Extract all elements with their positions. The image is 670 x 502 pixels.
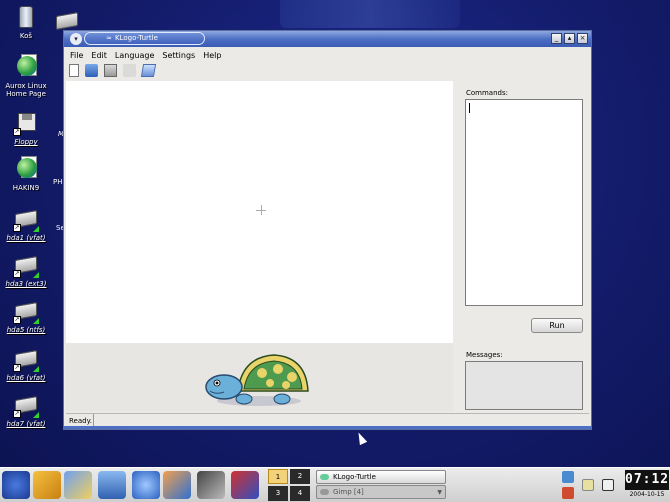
- system-tray: [560, 470, 620, 501]
- status-text: Ready.: [69, 417, 92, 425]
- menu-bar: File Edit Language Settings Help: [64, 49, 591, 62]
- run-button[interactable]: Run: [531, 318, 583, 333]
- close-button[interactable]: ×: [577, 33, 588, 44]
- window-menu-button[interactable]: ▾: [70, 33, 82, 45]
- clock-date: 2004-10-15: [629, 491, 665, 498]
- hard-drive-icon: [56, 12, 78, 30]
- menu-help[interactable]: Help: [203, 49, 221, 62]
- desktop-icon-partial-label: PH: [53, 178, 63, 186]
- desktop-icon[interactable]: [98, 471, 126, 499]
- window-title-pill: KLogo-Turtle: [84, 32, 205, 45]
- clock-time: 07:12: [625, 470, 669, 490]
- desktop-icon-hda5[interactable]: ↗ hda5 (ntfs): [0, 298, 52, 334]
- paint-icon[interactable]: [231, 471, 259, 499]
- klogo-window: ▾ KLogo-Turtle ≈ _ ▴ × File Edit Languag…: [63, 30, 592, 430]
- desktop-icon-label: hda1 (vfat): [6, 234, 46, 242]
- pager-desktop-2[interactable]: 2: [290, 469, 310, 484]
- gimp-icon: [320, 489, 329, 495]
- toolbar: [64, 64, 591, 79]
- pager-desktop-1[interactable]: 1: [268, 469, 288, 484]
- turtle-logo-icon: [205, 354, 309, 406]
- logout-icon[interactable]: [562, 487, 574, 499]
- desktop-icon-floppy[interactable]: ↗ Floppy: [0, 110, 52, 146]
- taskbar: 1 2 3 4 KLogo-Turtle Gimp [4] ▼ 07:12 20…: [0, 467, 670, 502]
- desktop-icon-hakin9[interactable]: HAKIN9: [0, 156, 52, 192]
- desktop-icon-trash[interactable]: Koš: [0, 4, 52, 40]
- title-bar[interactable]: ▾ KLogo-Turtle ≈ _ ▴ ×: [64, 31, 591, 47]
- desktop-icon-home-page[interactable]: Aurox Linux Home Page: [0, 54, 52, 98]
- drawing-canvas[interactable]: [66, 81, 453, 343]
- minimize-button[interactable]: _: [551, 33, 562, 44]
- text-caret: [469, 103, 470, 113]
- desktop-icon-label: hda6 (vfat): [6, 374, 46, 382]
- turtle-crosshair-vertical: [261, 205, 262, 215]
- status-bar: Ready.: [66, 413, 589, 428]
- task-gimp[interactable]: Gimp [4] ▼: [316, 485, 446, 499]
- menu-file[interactable]: File: [70, 49, 83, 62]
- menu-edit[interactable]: Edit: [91, 49, 107, 62]
- help-book-icon[interactable]: [140, 64, 157, 77]
- wallpaper-decoration: [280, 0, 460, 28]
- pen-icon[interactable]: [197, 471, 225, 499]
- desktop-icon-label: hda7 (vfat): [6, 420, 46, 428]
- tools-icon[interactable]: [33, 471, 61, 499]
- commands-label: Commands:: [466, 89, 508, 97]
- clipboard-icon[interactable]: [582, 479, 594, 491]
- task-label: Gimp [4]: [333, 488, 364, 496]
- window-bottom-border[interactable]: [64, 426, 591, 429]
- desktop-icon-label: Koš: [19, 32, 33, 40]
- window-title: KLogo-Turtle: [115, 34, 158, 42]
- print-icon[interactable]: [123, 64, 136, 77]
- lock-icon[interactable]: [562, 471, 574, 483]
- desktop-icon-hda1[interactable]: ↗ hda1 (vfat): [0, 206, 52, 242]
- desktop-icon-label: hda5 (ntfs): [6, 326, 46, 334]
- globe-icon: [17, 56, 37, 76]
- task-label: KLogo-Turtle: [333, 473, 376, 481]
- home-folder-icon[interactable]: [64, 471, 92, 499]
- commands-editor[interactable]: [465, 99, 583, 306]
- display-icon[interactable]: [602, 479, 614, 491]
- new-file-icon[interactable]: [69, 64, 79, 77]
- turtle-icon: [320, 474, 329, 480]
- desktop-icon-label: Floppy: [14, 138, 38, 146]
- chevron-down-icon: ▼: [437, 489, 442, 496]
- open-folder-icon[interactable]: [85, 64, 98, 77]
- pager-desktop-3[interactable]: 3: [268, 486, 288, 501]
- kde-menu-icon[interactable]: [2, 471, 30, 499]
- desktop-pager: 1 2 3 4: [268, 469, 312, 502]
- maximize-button[interactable]: ▴: [564, 33, 575, 44]
- desktop-icon-hda3[interactable]: ↗ hda3 (ext3): [0, 252, 52, 288]
- office-icon[interactable]: [163, 471, 191, 499]
- globe-icon: [17, 158, 37, 178]
- turtle-app-icon: ≈: [106, 34, 112, 42]
- clock[interactable]: 07:12 2004-10-15: [625, 470, 669, 501]
- save-icon[interactable]: [104, 64, 117, 77]
- menu-language[interactable]: Language: [115, 49, 154, 62]
- messages-output: [465, 361, 583, 410]
- menu-settings[interactable]: Settings: [162, 49, 195, 62]
- mouse-pointer-icon: [354, 430, 368, 446]
- desktop-icon-hda7[interactable]: ↗ hda7 (vfat): [0, 392, 52, 428]
- browser-icon[interactable]: [132, 471, 160, 499]
- turtle-logo-area: [66, 343, 453, 411]
- desktop-icon-label: Aurox Linux Home Page: [5, 82, 47, 98]
- desktop-icon-label: hda3 (ext3): [5, 280, 47, 288]
- desktop-icon-hda6[interactable]: ↗ hda6 (vfat): [0, 346, 52, 382]
- task-list: KLogo-Turtle Gimp [4] ▼: [316, 470, 448, 501]
- messages-label: Messages:: [466, 351, 503, 359]
- desktop-icon-label: HAKIN9: [12, 184, 40, 192]
- trash-icon: [19, 6, 33, 28]
- task-klogo-turtle[interactable]: KLogo-Turtle: [316, 470, 446, 484]
- pager-desktop-4[interactable]: 4: [290, 486, 310, 501]
